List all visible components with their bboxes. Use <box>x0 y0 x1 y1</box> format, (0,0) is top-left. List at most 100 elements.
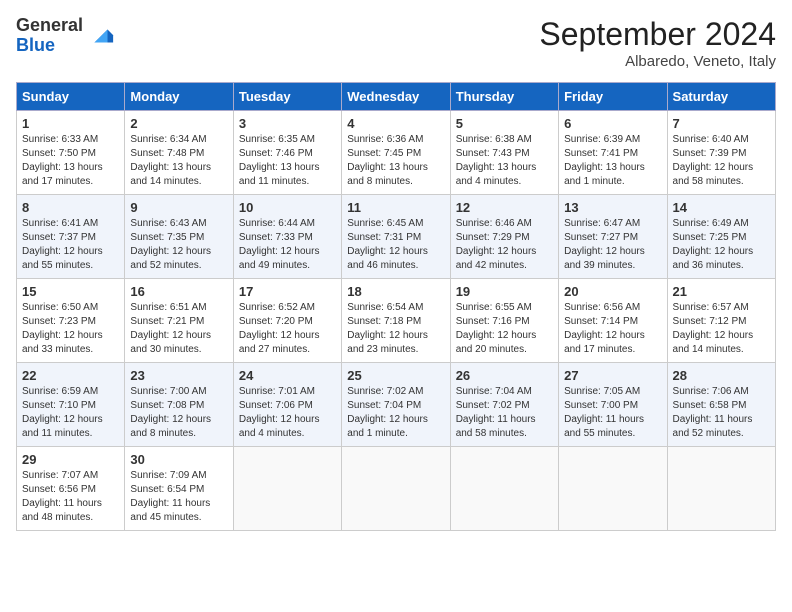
day-number: 26 <box>456 368 553 383</box>
cell-content: Sunrise: 6:57 AMSunset: 7:12 PMDaylight:… <box>673 301 770 357</box>
week-row-5: 29 Sunrise: 7:07 AMSunset: 6:56 PMDayligh… <box>17 447 776 531</box>
cell-content: Sunrise: 6:51 AMSunset: 7:21 PMDaylight:… <box>130 301 227 357</box>
calendar-cell: 7 Sunrise: 6:40 AMSunset: 7:39 PMDaylight… <box>667 111 775 195</box>
calendar-cell: 23Sunrise: 7:00 AMSunset: 7:08 PMDayligh… <box>125 363 233 447</box>
cell-content: Sunrise: 6:59 AMSunset: 7:10 PMDaylight:… <box>22 385 119 441</box>
day-number: 5 <box>456 116 553 131</box>
calendar-cell: 18 Sunrise: 6:54 AMSunset: 7:18 PMDayligh… <box>342 279 450 363</box>
day-number: 27 <box>564 368 661 383</box>
calendar-cell: 15 Sunrise: 6:50 AMSunset: 7:23 PMDayligh… <box>17 279 125 363</box>
day-number: 3 <box>239 116 336 131</box>
cell-content: Sunrise: 7:07 AMSunset: 6:56 PMDaylight:… <box>22 469 119 525</box>
calendar-cell: 6 Sunrise: 6:39 AMSunset: 7:41 PMDaylight… <box>559 111 667 195</box>
calendar-cell <box>450 447 558 531</box>
calendar-cell: 19Sunrise: 6:55 AMSunset: 7:16 PMDayligh… <box>450 279 558 363</box>
day-number: 17 <box>239 284 336 299</box>
cell-content: Sunrise: 6:49 AMSunset: 7:25 PMDaylight:… <box>673 217 770 273</box>
cell-content: Sunrise: 6:55 AMSunset: 7:16 PMDaylight:… <box>456 301 553 357</box>
calendar-cell: 14Sunrise: 6:49 AMSunset: 7:25 PMDayligh… <box>667 195 775 279</box>
cell-content: Sunrise: 6:33 AMSunset: 7:50 PMDaylight:… <box>22 133 119 189</box>
day-number: 9 <box>130 200 227 215</box>
calendar-cell: 22Sunrise: 6:59 AMSunset: 7:10 PMDayligh… <box>17 363 125 447</box>
cell-content: Sunrise: 6:50 AMSunset: 7:23 PMDaylight:… <box>22 301 119 357</box>
month-title: September 2024 <box>539 16 776 53</box>
day-number: 30 <box>130 452 227 467</box>
calendar-cell: 9 Sunrise: 6:43 AMSunset: 7:35 PMDaylight… <box>125 195 233 279</box>
cell-content: Sunrise: 6:56 AMSunset: 7:14 PMDaylight:… <box>564 301 661 357</box>
calendar-cell: 26 Sunrise: 7:04 AMSunset: 7:02 PMDayligh… <box>450 363 558 447</box>
day-number: 29 <box>22 452 119 467</box>
cell-content: Sunrise: 6:34 AMSunset: 7:48 PMDaylight:… <box>130 133 227 189</box>
calendar-table: SundayMondayTuesdayWednesdayThursdayFrid… <box>16 82 776 531</box>
cell-content: Sunrise: 7:06 AMSunset: 6:58 PMDaylight:… <box>673 385 770 441</box>
calendar-cell: 12 Sunrise: 6:46 AMSunset: 7:29 PMDayligh… <box>450 195 558 279</box>
day-number: 20 <box>564 284 661 299</box>
day-number: 12 <box>456 200 553 215</box>
cell-content: Sunrise: 7:02 AMSunset: 7:04 PMDaylight:… <box>347 385 444 441</box>
calendar-cell: 30 Sunrise: 7:09 AMSunset: 6:54 PMDayligh… <box>125 447 233 531</box>
week-row-4: 22Sunrise: 6:59 AMSunset: 7:10 PMDayligh… <box>17 363 776 447</box>
cell-content: Sunrise: 6:45 AMSunset: 7:31 PMDaylight:… <box>347 217 444 273</box>
weekday-header-saturday: Saturday <box>667 83 775 111</box>
cell-content: Sunrise: 6:47 AMSunset: 7:27 PMDaylight:… <box>564 217 661 273</box>
calendar-cell: 1 Sunrise: 6:33 AMSunset: 7:50 PMDaylight… <box>17 111 125 195</box>
calendar-cell <box>233 447 341 531</box>
weekday-header-wednesday: Wednesday <box>342 83 450 111</box>
cell-content: Sunrise: 6:41 AMSunset: 7:37 PMDaylight:… <box>22 217 119 273</box>
day-number: 16 <box>130 284 227 299</box>
day-number: 13 <box>564 200 661 215</box>
cell-content: Sunrise: 7:00 AMSunset: 7:08 PMDaylight:… <box>130 385 227 441</box>
calendar-cell: 4 Sunrise: 6:36 AMSunset: 7:45 PMDaylight… <box>342 111 450 195</box>
weekday-header-thursday: Thursday <box>450 83 558 111</box>
logo-general-text: General <box>16 16 83 36</box>
day-number: 6 <box>564 116 661 131</box>
page-header: General Blue September 2024 Albaredo, Ve… <box>16 16 776 70</box>
week-row-2: 8 Sunrise: 6:41 AMSunset: 7:37 PMDaylight… <box>17 195 776 279</box>
calendar-cell <box>342 447 450 531</box>
calendar-cell: 28 Sunrise: 7:06 AMSunset: 6:58 PMDayligh… <box>667 363 775 447</box>
cell-content: Sunrise: 6:52 AMSunset: 7:20 PMDaylight:… <box>239 301 336 357</box>
day-number: 4 <box>347 116 444 131</box>
cell-content: Sunrise: 7:09 AMSunset: 6:54 PMDaylight:… <box>130 469 227 525</box>
calendar-cell: 10Sunrise: 6:44 AMSunset: 7:33 PMDayligh… <box>233 195 341 279</box>
day-number: 18 <box>347 284 444 299</box>
logo-blue-text: Blue <box>16 36 83 56</box>
cell-content: Sunrise: 6:38 AMSunset: 7:43 PMDaylight:… <box>456 133 553 189</box>
day-number: 7 <box>673 116 770 131</box>
week-row-3: 15 Sunrise: 6:50 AMSunset: 7:23 PMDayligh… <box>17 279 776 363</box>
cell-content: Sunrise: 7:05 AMSunset: 7:00 PMDaylight:… <box>564 385 661 441</box>
cell-content: Sunrise: 6:40 AMSunset: 7:39 PMDaylight:… <box>673 133 770 189</box>
day-number: 21 <box>673 284 770 299</box>
title-block: September 2024 Albaredo, Veneto, Italy <box>539 16 776 70</box>
cell-content: Sunrise: 6:39 AMSunset: 7:41 PMDaylight:… <box>564 133 661 189</box>
cell-content: Sunrise: 7:01 AMSunset: 7:06 PMDaylight:… <box>239 385 336 441</box>
calendar-cell: 11Sunrise: 6:45 AMSunset: 7:31 PMDayligh… <box>342 195 450 279</box>
cell-content: Sunrise: 6:46 AMSunset: 7:29 PMDaylight:… <box>456 217 553 273</box>
cell-content: Sunrise: 6:36 AMSunset: 7:45 PMDaylight:… <box>347 133 444 189</box>
calendar-cell: 8 Sunrise: 6:41 AMSunset: 7:37 PMDaylight… <box>17 195 125 279</box>
day-number: 8 <box>22 200 119 215</box>
calendar-cell <box>667 447 775 531</box>
day-number: 10 <box>239 200 336 215</box>
calendar-cell: 20 Sunrise: 6:56 AMSunset: 7:14 PMDayligh… <box>559 279 667 363</box>
cell-content: Sunrise: 6:54 AMSunset: 7:18 PMDaylight:… <box>347 301 444 357</box>
calendar-cell: 5 Sunrise: 6:38 AMSunset: 7:43 PMDaylight… <box>450 111 558 195</box>
weekday-header-monday: Monday <box>125 83 233 111</box>
calendar-cell: 16 Sunrise: 6:51 AMSunset: 7:21 PMDayligh… <box>125 279 233 363</box>
day-number: 2 <box>130 116 227 131</box>
calendar-cell <box>559 447 667 531</box>
cell-content: Sunrise: 7:04 AMSunset: 7:02 PMDaylight:… <box>456 385 553 441</box>
weekday-header-sunday: Sunday <box>17 83 125 111</box>
calendar-cell: 27 Sunrise: 7:05 AMSunset: 7:00 PMDayligh… <box>559 363 667 447</box>
day-number: 28 <box>673 368 770 383</box>
day-number: 15 <box>22 284 119 299</box>
calendar-cell: 17 Sunrise: 6:52 AMSunset: 7:20 PMDayligh… <box>233 279 341 363</box>
cell-content: Sunrise: 6:43 AMSunset: 7:35 PMDaylight:… <box>130 217 227 273</box>
calendar-cell: 29 Sunrise: 7:07 AMSunset: 6:56 PMDayligh… <box>17 447 125 531</box>
location-title: Albaredo, Veneto, Italy <box>539 53 776 70</box>
calendar-cell: 25Sunrise: 7:02 AMSunset: 7:04 PMDayligh… <box>342 363 450 447</box>
day-number: 1 <box>22 116 119 131</box>
calendar-cell: 2 Sunrise: 6:34 AMSunset: 7:48 PMDaylight… <box>125 111 233 195</box>
calendar-cell: 13 Sunrise: 6:47 AMSunset: 7:27 PMDayligh… <box>559 195 667 279</box>
weekday-header-tuesday: Tuesday <box>233 83 341 111</box>
